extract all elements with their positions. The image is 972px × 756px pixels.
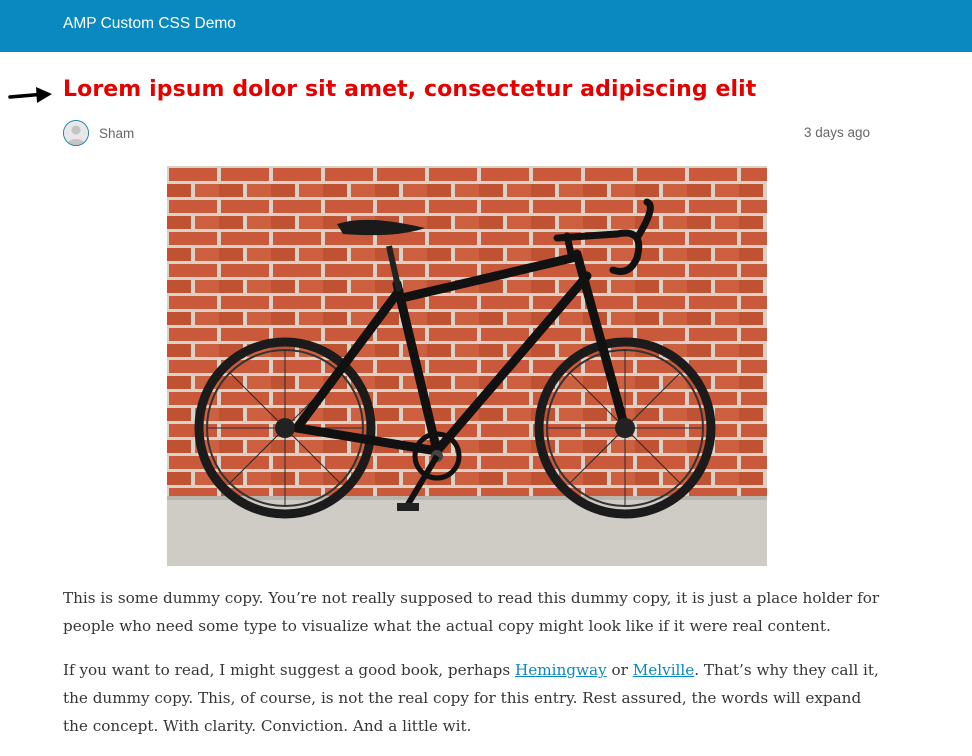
site-title-link[interactable]: AMP Custom CSS Demo	[63, 15, 236, 33]
post-date: 3 days ago	[803, 125, 870, 140]
featured-image	[167, 166, 767, 566]
site-header: AMP Custom CSS Demo	[0, 0, 972, 52]
paragraph-1: This is some dummy copy. You’re not real…	[63, 589, 880, 635]
author-name[interactable]: Sham	[99, 126, 134, 141]
paragraph-2-text-start: If you want to read, I might suggest a g…	[63, 661, 516, 679]
post-content: This is some dummy copy. You’re not real…	[63, 584, 883, 756]
arrow-right-icon	[8, 87, 52, 103]
bicycle-image	[167, 166, 767, 566]
paragraph-2-text-mid: or	[606, 661, 633, 679]
paragraph-2: If you want to read, I might suggest a g…	[63, 656, 883, 740]
byline: Sham	[63, 119, 134, 147]
melville-link[interactable]: Melville	[633, 661, 695, 679]
hemingway-link[interactable]: Hemingway	[515, 661, 607, 679]
post-title: Lorem ipsum dolor sit amet, consectetur …	[63, 77, 757, 102]
user-silhouette-icon	[63, 120, 89, 146]
